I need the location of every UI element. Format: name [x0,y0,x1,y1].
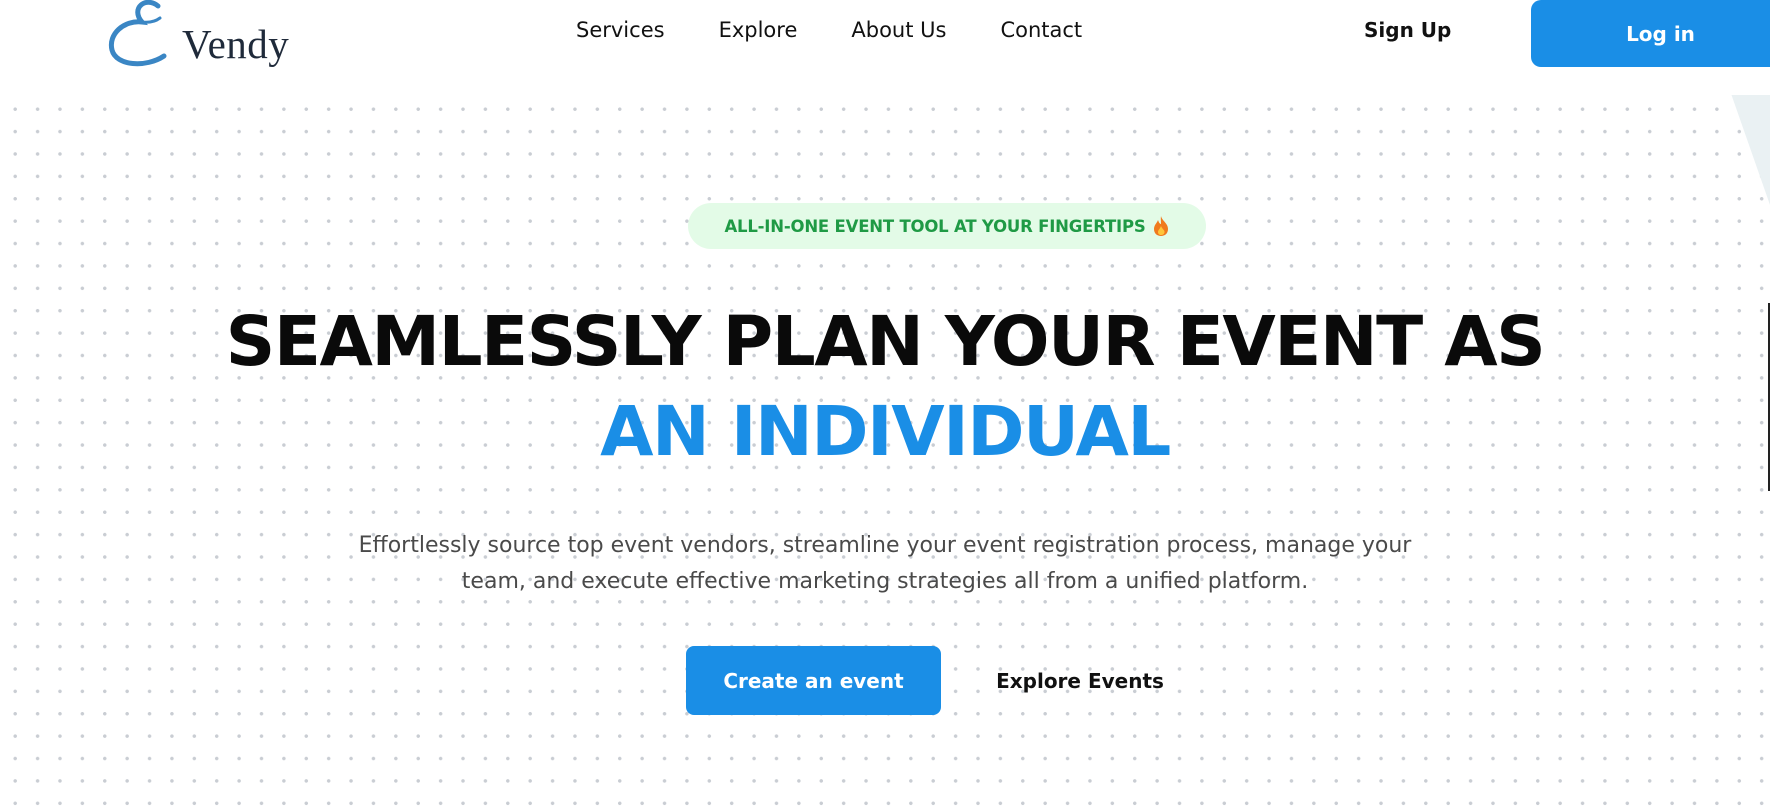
hero-badge-text: ALL-IN-ONE EVENT TOOL AT YOUR FINGERTIPS [724,216,1146,236]
hero-headline-accent: AN INDIVIDUAL [600,392,1171,472]
logo-text: Vendy [182,21,290,67]
landing-page: Vendy Services Explore About Us Contact … [0,0,1770,809]
hero-badge: ALL-IN-ONE EVENT TOOL AT YOUR FINGERTIPS [688,203,1206,249]
hero-description: Effortlessly source top event vendors, s… [358,533,1412,594]
create-event-button[interactable]: Create an event [686,646,941,715]
nav-item-services[interactable]: Services [576,18,665,42]
hero-headline: SEAMLESSLY PLAN YOUR EVENT AS [225,302,1546,382]
nav-item-contact[interactable]: Contact [1000,18,1082,42]
logo[interactable]: Vendy [106,0,306,72]
log-in-button[interactable]: Log in [1531,0,1770,67]
site-header: Vendy Services Explore About Us Contact … [0,0,1770,92]
nav-item-explore[interactable]: Explore [719,18,798,42]
main-nav: Services Explore About Us Contact [576,18,1136,42]
nav-item-about-us[interactable]: About Us [851,18,946,42]
explore-events-link[interactable]: Explore Events [996,646,1164,715]
fire-icon [1153,216,1168,236]
sign-up-link[interactable]: Sign Up [1364,18,1451,42]
